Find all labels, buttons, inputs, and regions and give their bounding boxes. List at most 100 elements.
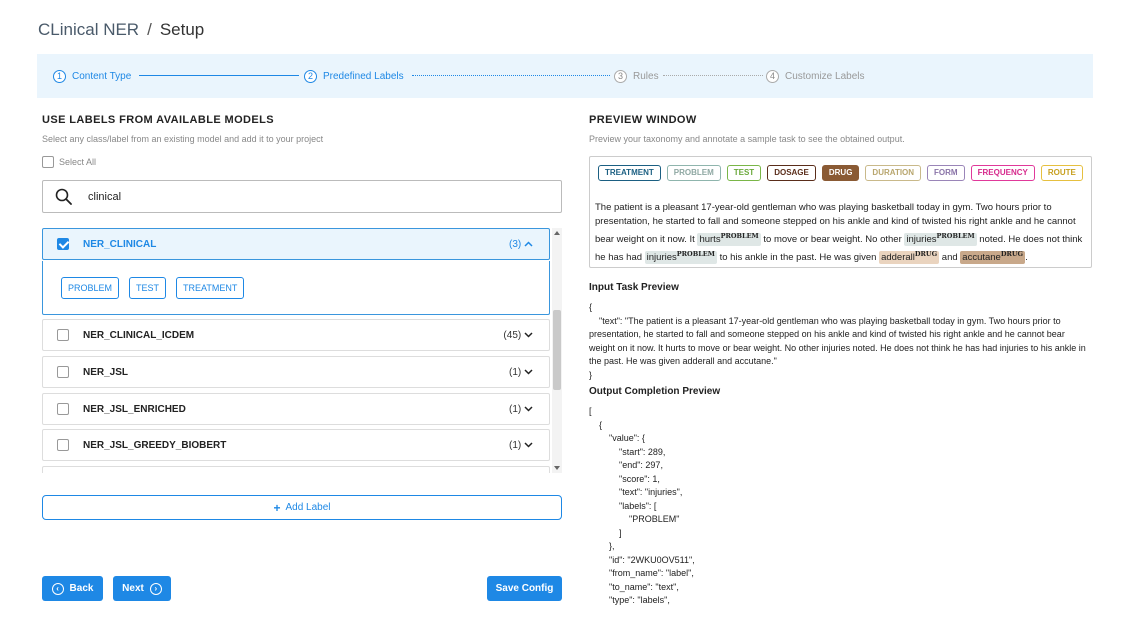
chevron-up-icon[interactable] xyxy=(524,240,533,247)
arrow-right-circle-icon: › xyxy=(149,582,162,595)
next-button[interactable]: Next › xyxy=(113,576,171,601)
label-tag-dosage[interactable]: DOSAGE xyxy=(767,165,816,181)
preview-window: TREATMENT PROBLEM TEST DOSAGE DRUG DURATION FO… xyxy=(589,156,1092,268)
search-input[interactable] xyxy=(88,190,508,203)
model-checkbox[interactable] xyxy=(57,403,69,415)
model-label-count[interactable]: (1) xyxy=(509,440,533,451)
model-name: NER_CLINICAL_ICDEM xyxy=(83,329,195,341)
entity-injuries[interactable]: injuriesPROBLEM xyxy=(904,232,977,247)
scroll-up-arrow-icon[interactable] xyxy=(554,231,560,235)
step-customize-labels[interactable]: 4 Customize Labels xyxy=(766,68,864,84)
label-tag-problem[interactable]: PROBLEM xyxy=(666,165,721,181)
page-name: Setup xyxy=(159,20,205,39)
step-label: Customize Labels xyxy=(785,70,865,82)
model-row-ner-jsl-enriched[interactable]: NER_JSL_ENRICHED (1) xyxy=(42,393,550,425)
models-heading: USE LABELS FROM AVAILABLE MODELS xyxy=(42,114,274,126)
label-chip-problem[interactable]: PROBLEM xyxy=(61,276,120,299)
step-label: Predefined Labels xyxy=(323,70,404,82)
step-connector xyxy=(412,75,610,76)
label-chip-test[interactable]: TEST xyxy=(129,276,167,299)
count-text: (1) xyxy=(508,366,522,378)
model-list: NER_CLINICAL (3) PROBLEM TEST TREATMENT … xyxy=(42,228,562,473)
model-row-partial[interactable] xyxy=(42,466,550,473)
save-config-button[interactable]: Save Config xyxy=(487,576,562,601)
model-row-ner-jsl[interactable]: NER_JSL (1) xyxy=(42,356,550,388)
model-checkbox[interactable] xyxy=(57,366,69,378)
model-search xyxy=(42,180,562,213)
entity-label: PROBLEM xyxy=(676,250,715,259)
count-text: (3) xyxy=(508,238,522,250)
label-tag-treatment[interactable]: TREATMENT xyxy=(598,165,661,181)
select-all-checkbox[interactable] xyxy=(42,156,54,168)
text-segment: to move or bear weight. No other xyxy=(760,234,905,246)
step-content-type[interactable]: 1 Content Type xyxy=(53,68,131,84)
model-label-count[interactable]: (3) xyxy=(509,239,533,250)
text-segment: to his ankle in the past. He was given xyxy=(716,252,880,264)
entity-text: injuries xyxy=(906,234,937,246)
model-name: NER_JSL_ENRICHED xyxy=(83,403,186,415)
count-text: (1) xyxy=(508,403,522,415)
step-number: 1 xyxy=(53,69,66,83)
label-tag-route[interactable]: ROUTE xyxy=(1040,165,1083,181)
label-tag-duration[interactable]: DURATION xyxy=(865,165,922,181)
entity-text: adderall xyxy=(881,252,915,264)
model-checkbox[interactable] xyxy=(57,329,69,341)
entity-text: hurts xyxy=(699,234,721,246)
models-subheading: Select any class/label from an existing … xyxy=(42,134,324,144)
entity-text: injuries xyxy=(646,252,677,264)
entity-label: DRUG xyxy=(1000,250,1024,259)
step-rules[interactable]: 3 Rules xyxy=(614,68,659,84)
chevron-down-icon[interactable] xyxy=(524,331,533,338)
entity-label: DRUG xyxy=(914,250,938,259)
step-connector xyxy=(139,75,299,76)
model-row-ner-clinical[interactable]: NER_CLINICAL (3) xyxy=(42,228,550,260)
step-number: 2 xyxy=(304,69,317,83)
model-label-count[interactable]: (45) xyxy=(503,330,533,341)
step-number: 3 xyxy=(614,69,627,83)
label-tag-test[interactable]: TEST xyxy=(726,165,762,181)
label-chip-treatment[interactable]: TREATMENT xyxy=(176,276,245,299)
input-task-preview-heading: Input Task Preview xyxy=(589,282,679,293)
label-tag-frequency[interactable]: FREQUENCY xyxy=(970,165,1035,181)
entity-hurts[interactable]: hurtsPROBLEM xyxy=(697,232,761,247)
step-predefined-labels[interactable]: 2 Predefined Labels xyxy=(304,68,404,84)
model-checkbox[interactable] xyxy=(57,439,69,451)
chevron-down-icon[interactable] xyxy=(524,368,533,375)
select-all-label: Select All xyxy=(59,157,97,167)
chevron-down-icon[interactable] xyxy=(524,441,533,448)
model-checkbox[interactable] xyxy=(57,238,69,250)
output-completion-json: [ { "value": { "start": 289, "end": 297,… xyxy=(589,406,695,605)
step-label: Rules xyxy=(633,70,659,82)
select-all[interactable]: Select All xyxy=(42,156,96,168)
scroll-down-arrow-icon[interactable] xyxy=(554,466,560,470)
page-title: CLinical NER / Setup xyxy=(38,20,204,40)
setup-stepper: 1 Content Type 2 Predefined Labels 3 Rul… xyxy=(37,54,1093,98)
text-segment: . xyxy=(1025,252,1028,264)
entity-adderall[interactable]: adderallDRUG xyxy=(879,250,940,265)
model-row-ner-clinical-icdem[interactable]: NER_CLINICAL_ICDEM (45) xyxy=(42,319,550,351)
scrollbar-thumb[interactable] xyxy=(553,310,561,390)
model-label-count[interactable]: (1) xyxy=(509,404,533,415)
model-name: NER_JSL_GREEDY_BIOBERT xyxy=(83,439,227,451)
model-labels-panel: PROBLEM TEST TREATMENT xyxy=(42,261,550,315)
count-text: (45) xyxy=(503,329,522,341)
entity-label: PROBLEM xyxy=(720,232,759,240)
model-row-ner-jsl-greedy-biobert[interactable]: NER_JSL_GREEDY_BIOBERT (1) xyxy=(42,429,550,461)
model-list-scrollbar[interactable] xyxy=(552,228,562,473)
next-label: Next xyxy=(122,583,144,594)
text-segment: and xyxy=(939,252,961,264)
model-label-count[interactable]: (1) xyxy=(509,367,533,378)
entity-injuries-2[interactable]: injuriesPROBLEM xyxy=(644,250,717,265)
label-tag-form[interactable]: FORM xyxy=(927,165,965,181)
step-label: Content Type xyxy=(72,70,132,82)
add-label-button[interactable]: + Add Label xyxy=(42,495,562,520)
back-button[interactable]: ‹ Back xyxy=(42,576,103,601)
chevron-down-icon[interactable] xyxy=(524,405,533,412)
label-tag-drug[interactable]: DRUG xyxy=(821,165,860,181)
breadcrumb-separator: / xyxy=(147,20,152,39)
arrow-left-circle-icon: ‹ xyxy=(51,582,64,595)
project-name: CLinical NER xyxy=(38,20,140,39)
entity-text: accutane xyxy=(962,252,1001,264)
preview-subheading: Preview your taxonomy and annotate a sam… xyxy=(589,134,905,144)
entity-accutane[interactable]: accutaneDRUG xyxy=(960,250,1026,265)
